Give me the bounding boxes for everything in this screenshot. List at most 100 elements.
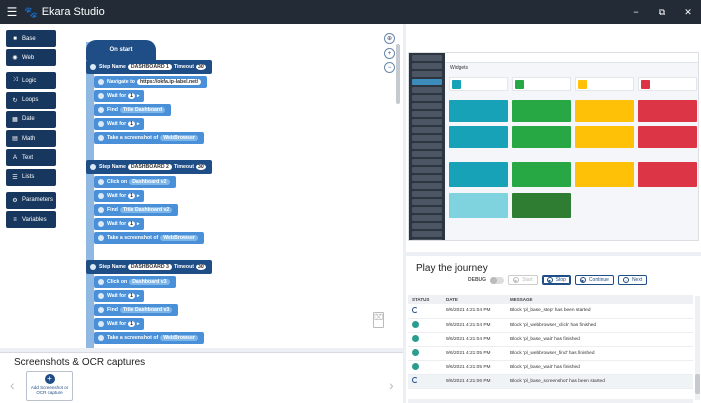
journey-panel: Play the journey DEBUG ▶ Start ■ Stop ▶ Con…: [406, 256, 701, 403]
preview-sidebar-item: [412, 55, 442, 61]
timeout-field[interactable]: 30: [195, 64, 206, 70]
action-block[interactable]: Wait for 1 ▸: [94, 118, 144, 130]
zoom-in-icon[interactable]: +: [384, 48, 395, 59]
palette-variables[interactable]: ≡ Variables: [6, 211, 56, 229]
preview-info-box: [575, 77, 634, 91]
gear-icon: [98, 293, 104, 299]
loop-icon: ↻: [12, 97, 18, 104]
action-label: Wait for: [107, 93, 127, 99]
log-scroll-thumb[interactable]: [695, 374, 700, 394]
debug-label: DEBUG: [468, 277, 487, 283]
step-name-field[interactable]: DASHBOARD 1: [127, 64, 172, 70]
palette-text[interactable]: A Text: [6, 149, 56, 167]
palette-logic[interactable]: ⤨ Logic: [6, 72, 56, 90]
chevron-left-icon[interactable]: ‹: [10, 377, 15, 393]
step-name-field[interactable]: DASHBOARD 3: [127, 264, 172, 270]
action-value[interactable]: Title Dashboard: [119, 107, 166, 113]
next-button[interactable]: › Next: [617, 275, 648, 285]
action-value[interactable]: WebBrowser: [160, 135, 198, 141]
action-value[interactable]: 1: [128, 121, 136, 127]
action-value[interactable]: 1: [128, 221, 136, 227]
debug-toggle[interactable]: [490, 276, 505, 284]
palette-date[interactable]: ▦ Date: [6, 110, 56, 128]
action-block[interactable]: Find Title Dashboard v3: [94, 304, 179, 316]
log-h-scrollbar[interactable]: [408, 399, 693, 403]
stop-button[interactable]: ■ Stop: [541, 275, 571, 285]
add-screenshot-label: Add Screenshot or OCR capture: [30, 385, 69, 395]
palette-math[interactable]: ▤ Math: [6, 130, 56, 148]
play-icon: ▶: [579, 277, 586, 283]
add-screenshot-button[interactable]: + Add Screenshot or OCR capture: [26, 371, 73, 401]
chevron-right-icon[interactable]: ›: [389, 377, 394, 393]
action-value[interactable]: 1: [128, 321, 136, 327]
action-label: Find: [107, 307, 118, 313]
preview-sidebar-item: [412, 191, 442, 197]
check-circle-icon: [412, 320, 419, 328]
palette-label: Math: [22, 135, 36, 142]
palette-parameters[interactable]: ⚙ Parameters: [6, 191, 56, 209]
minimize-button[interactable]: −: [623, 7, 649, 18]
preview-loading-tile: [512, 193, 571, 218]
preview-sidebar-item: [412, 231, 442, 237]
action-label: Wait for: [107, 293, 127, 299]
trash-icon[interactable]: ⌧: [373, 312, 384, 328]
action-block[interactable]: Wait for 1 ▸: [94, 290, 144, 302]
start-button[interactable]: ▶ Start: [508, 275, 538, 285]
action-block[interactable]: Find Title Dashboard: [94, 104, 172, 116]
action-block[interactable]: Wait for 1 ▸: [94, 90, 144, 102]
zoom-out-icon[interactable]: −: [384, 62, 395, 73]
action-block[interactable]: Click on Dashboard v3: [94, 276, 176, 288]
col-status: STATUS: [408, 295, 442, 304]
workspace-scrollbar[interactable]: [396, 44, 400, 104]
step-block[interactable]: Step Name DASHBOARD 3 Timeout 30: [86, 260, 212, 274]
action-value[interactable]: 1: [128, 193, 136, 199]
preview-info-box: [449, 77, 508, 91]
next-icon: ›: [622, 277, 629, 283]
on-start-block[interactable]: On start: [86, 40, 156, 60]
action-block[interactable]: Wait for 1 ▸: [94, 318, 144, 330]
paw-icon: 🐾: [24, 6, 38, 19]
preview-info-tile: [512, 100, 571, 122]
action-block[interactable]: Wait for 1 ▸: [94, 190, 144, 202]
hamburger-icon[interactable]: ☰: [0, 5, 24, 19]
action-value[interactable]: Dashboard v2: [129, 179, 170, 185]
action-value[interactable]: Title Dashboard v3: [119, 307, 173, 313]
action-block[interactable]: Navigate to https://okfa.ip-label.net/: [94, 76, 208, 88]
action-value[interactable]: Title Dashboard v2: [119, 207, 173, 213]
action-block[interactable]: Take a screenshot of WebBrowser: [94, 132, 204, 144]
timeout-field[interactable]: 30: [195, 264, 206, 270]
maximize-button[interactable]: ⧉: [649, 7, 675, 18]
log-scrollbar[interactable]: [695, 296, 700, 400]
palette-web[interactable]: ◉ Web: [6, 49, 56, 67]
action-block[interactable]: Wait for 1 ▸: [94, 218, 144, 230]
action-block[interactable]: Take a screenshot of WebBrowser: [94, 232, 204, 244]
timeout-field[interactable]: 30: [195, 164, 206, 170]
action-value[interactable]: 1: [128, 293, 136, 299]
date-cell: 9/6/2021 4:21:04 PM: [442, 318, 506, 333]
screenshots-panel: Screenshots & OCR captures ‹ + Add Scree…: [0, 352, 403, 403]
preview-sidebar-item: [412, 79, 442, 85]
blockly-workspace[interactable]: ■ Base ◉ Web ⤨ Logic ↻ Loops ▦ Date ▤ Math A Text ☰ Lis…: [0, 24, 403, 348]
action-value[interactable]: WebBrowser: [160, 335, 198, 341]
preview-info-tile: [638, 126, 697, 148]
palette-label: Loops: [22, 97, 39, 104]
palette-base[interactable]: ■ Base: [6, 30, 56, 47]
step-block[interactable]: Step Name DASHBOARD 1 Timeout 30: [86, 60, 212, 74]
continue-button[interactable]: ▶ Continue: [574, 275, 614, 285]
action-block[interactable]: Take a screenshot of WebBrowser: [94, 332, 204, 344]
action-label: Click on: [107, 179, 128, 185]
block-canvas[interactable]: On start Step Name DASHBOARD 1 Timeout 30 Na…: [62, 24, 382, 348]
gear-icon: [98, 307, 104, 313]
action-value[interactable]: 1: [128, 93, 136, 99]
action-block[interactable]: Find Title Dashboard v2: [94, 204, 179, 216]
action-value[interactable]: https://okfa.ip-label.net/: [136, 79, 202, 85]
step-block[interactable]: Step Name DASHBOARD 2 Timeout 30: [86, 160, 212, 174]
step-name-field[interactable]: DASHBOARD 2: [127, 164, 172, 170]
palette-lists[interactable]: ☰ Lists: [6, 168, 56, 186]
close-button[interactable]: ✕: [675, 7, 701, 18]
action-value[interactable]: Dashboard v3: [129, 279, 170, 285]
action-value[interactable]: WebBrowser: [160, 235, 198, 241]
palette-loops[interactable]: ↻ Loops: [6, 91, 56, 109]
action-block[interactable]: Click on Dashboard v2: [94, 176, 176, 188]
recenter-icon[interactable]: ⊕: [384, 33, 395, 44]
